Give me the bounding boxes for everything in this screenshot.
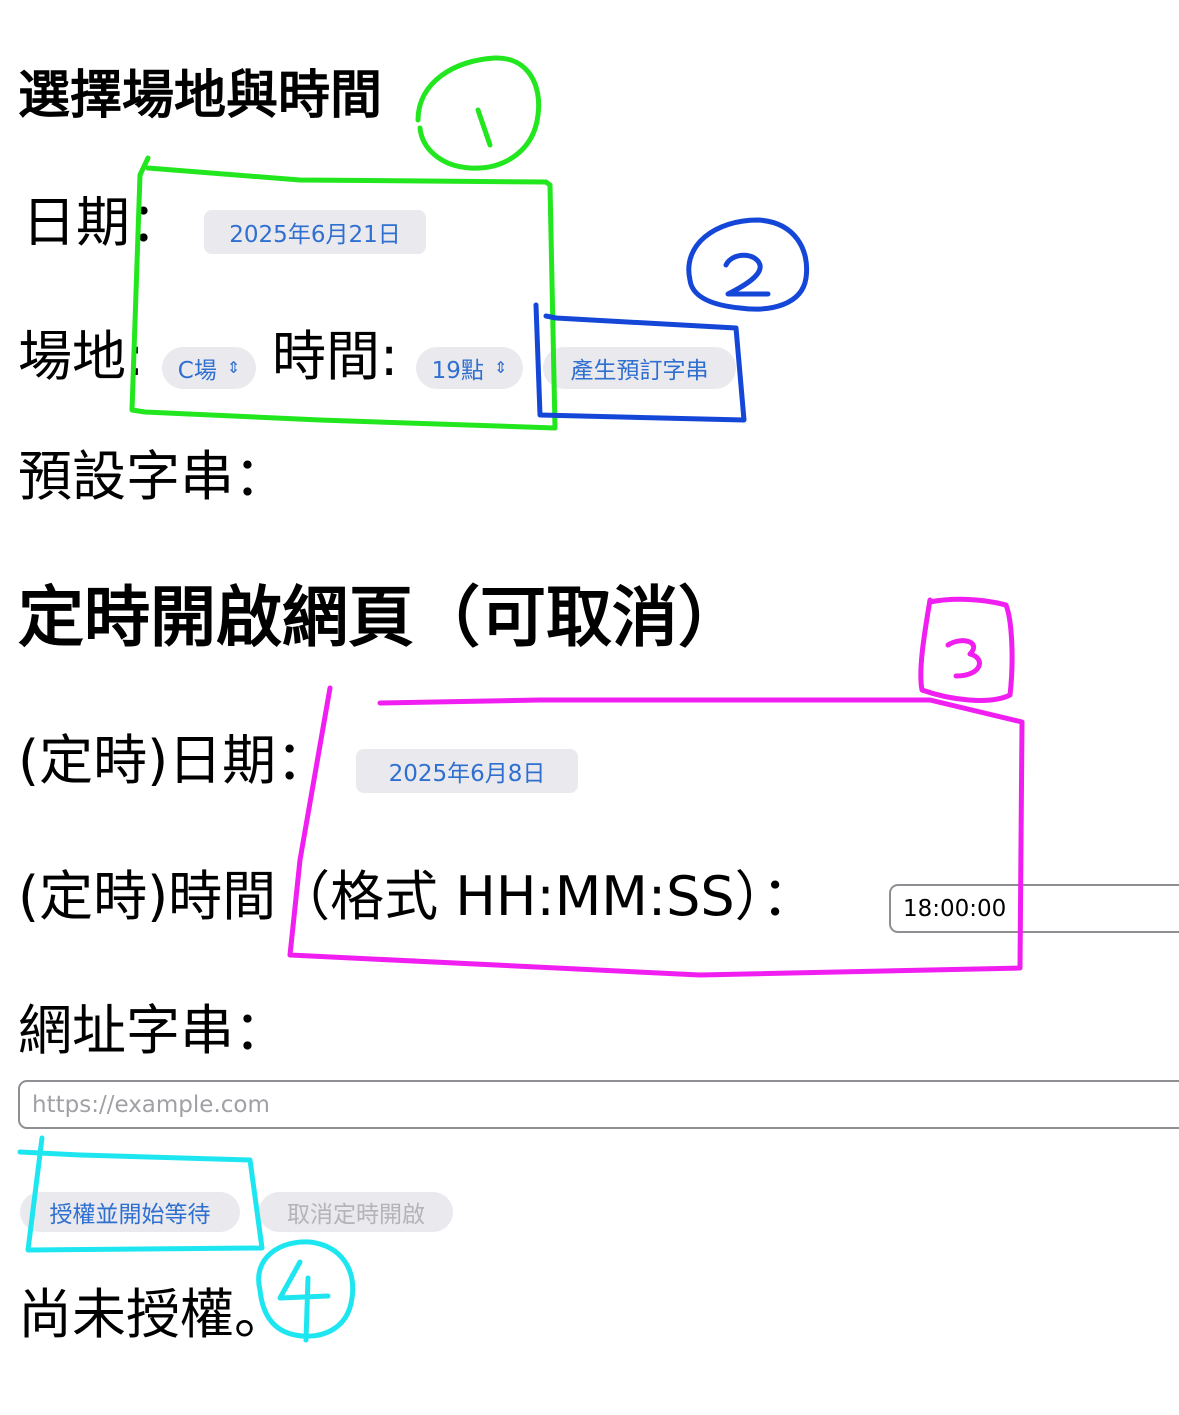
preset-string-label: 預設字串： — [18, 445, 288, 508]
chevron-up-down-icon: ⇕ — [493, 358, 508, 377]
date-label: 日期： — [22, 191, 184, 254]
venue-label: 場地: — [18, 325, 145, 388]
venue-select[interactable]: C場 ⇕ — [162, 347, 256, 389]
time-label: 時間: — [272, 325, 399, 388]
chevron-up-down-icon: ⇕ — [226, 358, 241, 377]
date-picker[interactable]: 2025年6月21日 — [204, 210, 426, 254]
section-title-timer: 定時開啟網頁（可取消） — [18, 579, 744, 656]
timer-time-input[interactable] — [889, 884, 1179, 933]
timer-date-label: (定時)日期： — [18, 729, 331, 792]
status-text: 尚未授權。 — [18, 1283, 288, 1346]
annotation-2 — [533, 217, 810, 423]
venue-select-value: C場 — [177, 358, 217, 384]
annotation-digit-2 — [723, 252, 771, 297]
timer-date-picker[interactable]: 2025年6月8日 — [356, 749, 578, 793]
annotation-digit-3 — [945, 638, 982, 679]
generate-string-button[interactable]: 產生預訂字串 — [543, 347, 736, 389]
annotation-digit-1 — [475, 107, 493, 148]
timer-time-label: (定時)時間（格式 HH:MM:SS）： — [18, 865, 816, 928]
authorize-start-button[interactable]: 授權並開始等待 — [20, 1192, 240, 1232]
time-select[interactable]: 19點 ⇕ — [416, 347, 523, 389]
url-input[interactable] — [18, 1080, 1179, 1129]
time-select-value: 19點 — [431, 358, 484, 384]
cancel-timer-button[interactable]: 取消定時開啟 — [259, 1192, 453, 1232]
url-label: 網址字串： — [18, 999, 288, 1062]
section-title-venue-time: 選擇場地與時間 — [18, 66, 383, 126]
